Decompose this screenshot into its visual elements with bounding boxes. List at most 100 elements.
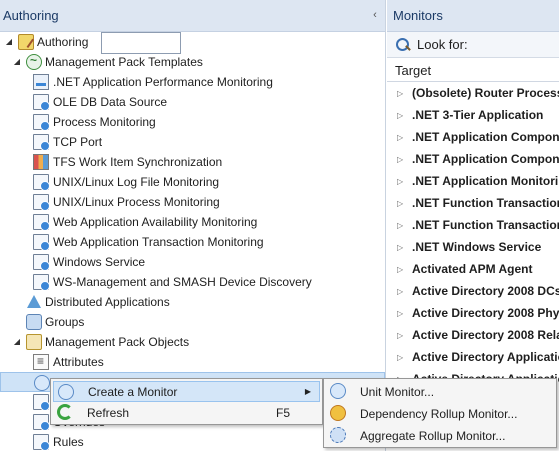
tree-item-attributes[interactable]: Attributes (0, 352, 385, 372)
target-group-label: .NET Function Transaction Re (412, 218, 559, 232)
target-group-label: .NET Function Transaction (W (412, 196, 559, 210)
rules-icon (33, 434, 50, 451)
refresh-icon (57, 404, 73, 420)
expand-arrow-icon[interactable]: ▷ (397, 177, 403, 186)
groups-icon (26, 314, 42, 330)
tree-item-groups[interactable]: Groups (0, 312, 385, 332)
tree-item-web-transaction[interactable]: Web Application Transaction Monitoring (0, 232, 385, 252)
tree-item-windows-service[interactable]: Windows Service (0, 252, 385, 272)
target-group-row[interactable]: ▷ .NET Function Transaction (W (387, 192, 559, 214)
expand-arrow-icon[interactable]: ▷ (397, 353, 403, 362)
tree-item-label: Authoring (37, 35, 89, 49)
search-icon (395, 37, 411, 53)
expand-arrow-icon[interactable]: ▷ (397, 221, 403, 230)
mp-objects-icon (26, 334, 42, 350)
target-group-row[interactable]: ▷ Activated APM Agent (387, 258, 559, 280)
tree-item-label: UNIX/Linux Log File Monitoring (53, 175, 220, 189)
collapse-arrow-icon[interactable]: ◢ (12, 337, 22, 346)
template-icon (26, 53, 42, 70)
target-group-label: .NET Windows Service (412, 240, 542, 254)
target-group-label: Active Directory 2008 Related (412, 328, 559, 342)
expand-arrow-icon[interactable]: ▷ (397, 243, 403, 252)
tree-item-unix-log[interactable]: UNIX/Linux Log File Monitoring (0, 172, 385, 192)
target-group-row[interactable]: ▷ .NET Windows Service (387, 236, 559, 258)
target-group-row[interactable]: ▷ Active Directory 2008 DCs an (387, 280, 559, 302)
unit-monitor-menu-item[interactable]: Unit Monitor... (326, 381, 554, 402)
aggregate-rollup-label: Aggregate Rollup Monitor... (360, 428, 506, 443)
tree-item-oledb[interactable]: OLE DB Data Source (0, 92, 385, 112)
collapse-arrow-icon[interactable]: ◢ (4, 37, 14, 46)
web-transaction-icon (33, 234, 50, 251)
dependency-rollup-icon (330, 405, 346, 421)
tfs-icon (33, 154, 49, 170)
tree-item-label: Rules (53, 435, 84, 449)
create-monitor-submenu: Unit Monitor... Dependency Rollup Monito… (323, 378, 557, 448)
net-apm-icon (33, 74, 49, 90)
monitors-pane-title: Monitors (393, 8, 443, 23)
submenu-arrow-icon: ▶ (304, 387, 311, 396)
tree-item-ws-management[interactable]: WS-Management and SMASH Device Discovery (0, 272, 385, 292)
monitors-pane-header: Monitors (387, 0, 559, 32)
dependency-rollup-menu-item[interactable]: Dependency Rollup Monitor... (326, 403, 554, 424)
expand-arrow-icon[interactable]: ▷ (397, 89, 403, 98)
tree-item-net-apm[interactable]: .NET Application Performance Monitoring (0, 72, 385, 92)
tree-item-label: Groups (45, 315, 85, 329)
target-group-label: .NET Application Component (412, 152, 559, 166)
target-group-label: .NET Application Monitoring (412, 174, 559, 188)
attributes-icon (33, 354, 49, 370)
target-group-row[interactable]: ▷ .NET Function Transaction Re (387, 214, 559, 236)
target-group-row[interactable]: ▷ Active Directory 2008 Physica (387, 302, 559, 324)
target-group-row[interactable]: ▷ Active Directory Application (387, 346, 559, 368)
monitor-icon (58, 384, 74, 400)
expand-arrow-icon[interactable]: ▷ (397, 199, 403, 208)
expand-arrow-icon[interactable]: ▷ (397, 155, 403, 164)
expand-arrow-icon[interactable]: ▷ (397, 111, 403, 120)
target-group-row[interactable]: ▷ .NET Application Component (387, 126, 559, 148)
collapse-pane-button[interactable]: ‹ (369, 9, 381, 21)
tree-item-unix-process[interactable]: UNIX/Linux Process Monitoring (0, 192, 385, 212)
expand-arrow-icon[interactable]: ▷ (397, 309, 403, 318)
refresh-shortcut: F5 (275, 405, 290, 420)
expand-arrow-icon[interactable]: ▷ (397, 331, 403, 340)
target-group-row[interactable]: ▷ .NET Application Monitoring (387, 170, 559, 192)
target-group-label: .NET 3-Tier Application (412, 108, 544, 122)
tree-item-tcp-port[interactable]: TCP Port (0, 132, 385, 152)
aggregate-rollup-icon (330, 427, 346, 443)
tree-item-label: Attributes (53, 355, 104, 369)
target-group-row[interactable]: ▷ Active Directory 2008 Related (387, 324, 559, 346)
tree-item-book[interactable]: ◢ Authoring (0, 32, 385, 52)
tree-item-web-availability[interactable]: Web Application Availability Monitoring (0, 212, 385, 232)
tree-item-label: Windows Service (53, 255, 146, 269)
tree-item-label: Process Monitoring (53, 115, 156, 129)
dependency-rollup-label: Dependency Rollup Monitor... (360, 406, 518, 421)
ws-management-icon (33, 274, 50, 291)
target-group-row[interactable]: ▷ .NET 3-Tier Application (387, 104, 559, 126)
tree-item-template[interactable]: ◢ Management Pack Templates (0, 52, 385, 72)
expand-arrow-icon[interactable]: ▷ (397, 265, 403, 274)
unit-monitor-label: Unit Monitor... (360, 384, 435, 399)
monitors-icon (34, 375, 50, 391)
unix-log-icon (33, 174, 50, 191)
collapse-arrow-icon[interactable]: ◢ (12, 57, 22, 66)
look-for-input[interactable] (101, 32, 181, 54)
tree-item-label: OLE DB Data Source (53, 95, 168, 109)
aggregate-rollup-menu-item[interactable]: Aggregate Rollup Monitor... (326, 425, 554, 446)
authoring-pane-title: Authoring (3, 8, 59, 23)
oledb-icon (33, 94, 50, 111)
tree-item-distributed-apps[interactable]: Distributed Applications (0, 292, 385, 312)
refresh-menu-item[interactable]: Refresh F5 (53, 402, 320, 423)
tree-item-label: .NET Application Performance Monitoring (53, 75, 273, 89)
target-group-row[interactable]: ▷ (Obsolete) Router Processor (387, 82, 559, 104)
target-column-header[interactable]: Target (387, 60, 559, 82)
tree-item-process[interactable]: Process Monitoring (0, 112, 385, 132)
expand-arrow-icon[interactable]: ▷ (397, 287, 403, 296)
target-group-row[interactable]: ▷ .NET Application Component (387, 148, 559, 170)
windows-service-icon (33, 254, 50, 271)
tree-item-label: TCP Port (53, 135, 103, 149)
create-monitor-menu-item[interactable]: Create a Monitor ▶ (53, 381, 320, 402)
tree-item-mp-objects[interactable]: ◢ Management Pack Objects (0, 332, 385, 352)
tree-item-tfs[interactable]: TFS Work Item Synchronization (0, 152, 385, 172)
target-group-label: Activated APM Agent (412, 262, 533, 276)
create-monitor-label: Create a Monitor (88, 384, 178, 399)
expand-arrow-icon[interactable]: ▷ (397, 133, 403, 142)
